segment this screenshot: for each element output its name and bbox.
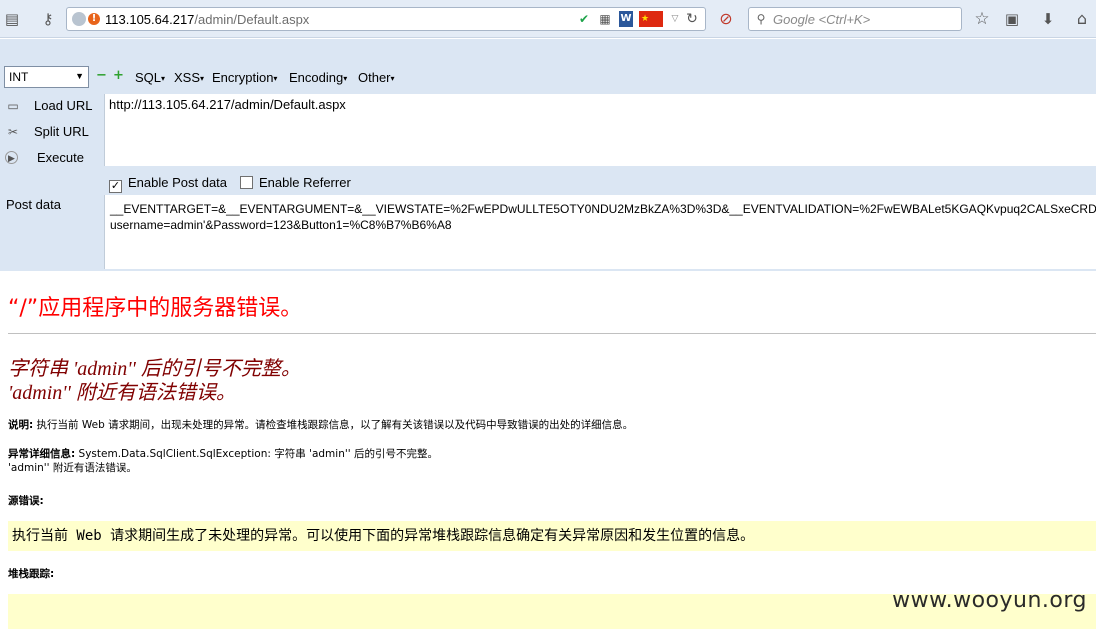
description-label: 说明: xyxy=(8,419,34,431)
divider xyxy=(8,333,1096,334)
dropdown-icon: ▾ xyxy=(161,74,166,84)
exception-details: 异常详细信息: System.Data.SqlClient.SqlExcepti… xyxy=(8,447,438,475)
enable-referrer-checkbox[interactable]: Enable Referrer xyxy=(240,175,351,190)
checkbox-checked-icon[interactable]: ✓ xyxy=(109,180,122,193)
stack-trace-label: 堆栈跟踪: xyxy=(8,567,54,581)
dropdown-icon: ▾ xyxy=(343,74,348,84)
menu-encryption[interactable]: Encryption▾ xyxy=(212,70,277,85)
browser-toolbar: ▤ ⚷ ! 113.105.64.217/admin/Default.aspx … xyxy=(0,0,1096,38)
description-text: 执行当前 Web 请求期间，出现未处理的异常。请检查堆栈跟踪信息，以了解有关该错… xyxy=(33,419,634,431)
dropdown-arrow-icon[interactable]: ▽ xyxy=(669,11,681,27)
plus-icon[interactable]: + xyxy=(113,69,124,82)
type-select[interactable]: INT ▼ xyxy=(4,66,89,88)
source-error-label: 源错误: xyxy=(8,494,44,508)
page-identity-icon[interactable]: ▤ xyxy=(2,9,22,29)
adblock-icon[interactable]: ⊘ xyxy=(716,9,736,29)
menu-sql-label: SQL xyxy=(135,70,162,85)
source-error-label-text: 源错误: xyxy=(8,495,44,507)
china-flag-icon[interactable]: ★ xyxy=(639,11,663,27)
error-message: 'admin'' 附近有语法错误。 xyxy=(8,382,236,404)
dropdown-icon: ▾ xyxy=(273,74,278,84)
menu-other-label: Other xyxy=(358,70,391,85)
reading-list-icon[interactable]: ▣ xyxy=(1002,9,1022,29)
enable-post-checkbox[interactable]: ✓ Enable Post data xyxy=(109,175,227,193)
dropdown-icon: ▾ xyxy=(390,74,395,84)
address-path: /admin/Default.aspx xyxy=(194,12,310,27)
execute-button[interactable]: ▶ Execute xyxy=(4,148,100,168)
split-url-label: Split URL xyxy=(34,124,89,139)
post-data-line: username=admin'&Password=123&Button1=%C8… xyxy=(110,218,452,232)
url-textarea[interactable]: http://113.105.64.217/admin/Default.aspx xyxy=(104,94,1096,166)
select-arrow-icon: ▼ xyxy=(75,71,84,81)
shield-check-icon[interactable]: ✔ xyxy=(577,11,591,27)
minus-icon[interactable]: − xyxy=(96,69,107,82)
enable-referrer-label: Enable Referrer xyxy=(259,175,351,190)
load-url-label: Load URL xyxy=(34,98,93,113)
download-icon[interactable]: ⬇ xyxy=(1038,9,1058,29)
exception-text-2: 'admin'' 附近有语法错误。 xyxy=(8,462,137,474)
description: 说明: 执行当前 Web 请求期间，出现未处理的异常。请检查堆栈跟踪信息，以了解… xyxy=(8,418,633,432)
dropdown-icon: ▾ xyxy=(200,74,205,84)
hackbar-panel: INT ▼ − + SQL▾ XSS▾ Encryption▾ Encoding… xyxy=(0,39,1096,271)
post-data-textarea[interactable]: __EVENTTARGET=&__EVENTARGUMENT=&__VIEWST… xyxy=(104,195,1096,269)
load-url-icon: ▭ xyxy=(7,99,19,113)
menu-encryption-label: Encryption xyxy=(212,70,274,85)
address-host: 113.105.64.217 xyxy=(105,12,195,27)
stack-trace-label-text: 堆栈跟踪: xyxy=(8,568,55,580)
menu-encoding[interactable]: Encoding▾ xyxy=(289,70,347,85)
search-bar[interactable]: ⚲ Google <Ctrl+K> xyxy=(748,7,962,31)
post-data-line: __EVENTTARGET=&__EVENTARGUMENT=&__VIEWST… xyxy=(110,202,1096,216)
checkbox-unchecked-icon[interactable] xyxy=(240,176,253,189)
globe-icon xyxy=(72,12,86,26)
search-icon: ⚲ xyxy=(756,12,766,26)
watermark: www.wooyun.org xyxy=(892,588,1087,613)
search-placeholder: Google <Ctrl+K> xyxy=(773,12,871,27)
menu-xss-label: XSS xyxy=(174,70,201,85)
exception-label: 异常详细信息: xyxy=(8,448,76,460)
warning-icon: ! xyxy=(88,13,100,25)
split-url-button[interactable]: ✂ Split URL xyxy=(4,122,100,142)
error-title: “/”应用程序中的服务器错误。 xyxy=(8,296,303,321)
enable-post-label: Enable Post data xyxy=(128,175,228,190)
execute-label: Execute xyxy=(37,150,84,165)
address-text[interactable]: 113.105.64.217/admin/Default.aspx xyxy=(105,12,309,27)
reload-icon[interactable]: ↻ xyxy=(685,11,699,27)
source-error-message: 执行当前 Web 请求期间生成了未处理的异常。可以使用下面的异常堆栈跟踪信息确定… xyxy=(12,528,755,544)
home-icon[interactable]: ⌂ xyxy=(1072,9,1092,29)
qr-code-icon[interactable]: ▦ xyxy=(597,11,613,27)
menu-other[interactable]: Other▾ xyxy=(358,70,395,85)
source-error-box: 执行当前 Web 请求期间生成了未处理的异常。可以使用下面的异常堆栈跟踪信息确定… xyxy=(8,521,1096,551)
hackbar-menu: INT ▼ − + SQL▾ XSS▾ Encryption▾ Encoding… xyxy=(0,65,1096,89)
play-icon: ▶ xyxy=(5,151,18,164)
address-bar[interactable]: ! 113.105.64.217/admin/Default.aspx ✔ ▦ … xyxy=(66,7,706,31)
post-data-label: Post data xyxy=(6,197,61,212)
url-value: http://113.105.64.217/admin/Default.aspx xyxy=(109,97,346,112)
key-icon[interactable]: ⚷ xyxy=(38,9,58,29)
type-select-value: INT xyxy=(9,70,29,84)
menu-xss[interactable]: XSS▾ xyxy=(174,70,204,85)
exception-text: System.Data.SqlClient.SqlException: 字符串 … xyxy=(75,448,438,460)
word-icon[interactable]: W xyxy=(619,11,633,27)
load-url-button[interactable]: ▭ Load URL xyxy=(4,96,100,116)
menu-encoding-label: Encoding xyxy=(289,70,344,85)
menu-sql[interactable]: SQL▾ xyxy=(135,70,165,85)
bookmark-star-icon[interactable]: ☆ xyxy=(972,9,992,29)
scissors-icon: ✂ xyxy=(7,125,19,139)
